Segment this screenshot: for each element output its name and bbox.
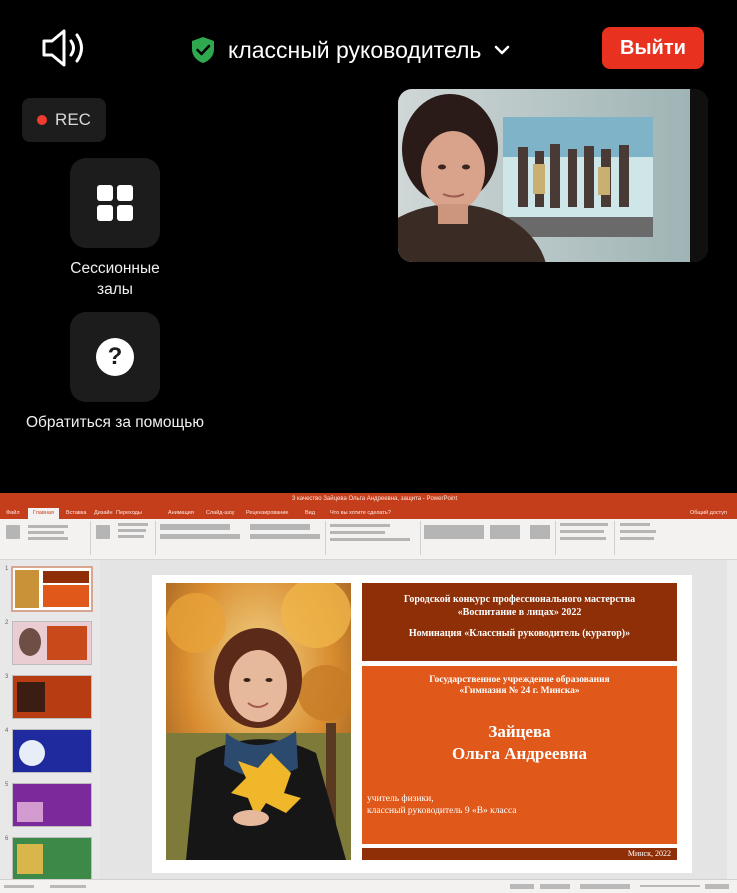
ppt-ribbon <box>0 519 737 560</box>
slide-number: 4 <box>5 728 9 734</box>
help-button[interactable]: ? <box>70 312 160 402</box>
slide-thumbnail[interactable] <box>13 622 91 664</box>
ppt-tab[interactable]: Вид <box>305 510 315 516</box>
info-panel: Государственное учреждение образования «… <box>362 666 677 844</box>
breakout-rooms-label: Сессионные залы <box>70 260 160 298</box>
teacher-photo <box>166 583 351 860</box>
slide-thumbnail[interactable] <box>13 676 91 718</box>
slide-number: 3 <box>5 674 9 680</box>
role-line-2: классный руководитель 9 «В» класса <box>367 806 517 816</box>
ppt-tab[interactable]: Главная <box>28 508 59 519</box>
record-dot-icon <box>37 115 48 125</box>
participant-video[interactable] <box>398 89 708 262</box>
current-slide: Городской конкурс профессионального маст… <box>152 575 692 873</box>
grid-icon <box>97 185 133 221</box>
ppt-search[interactable]: Что вы хотите сделать? <box>330 510 391 516</box>
breakout-rooms-button[interactable] <box>70 158 160 248</box>
institution-line-2: «Гимназия № 24 г. Минска» <box>459 686 580 696</box>
ppt-status-bar <box>0 879 737 893</box>
rec-label: REC <box>55 110 91 129</box>
ppt-tab[interactable]: Дизайн <box>94 510 113 516</box>
ppt-tab[interactable]: Переходы <box>116 510 142 516</box>
slide-number: 6 <box>5 836 9 842</box>
recording-indicator[interactable]: REC <box>22 98 106 142</box>
slide-thumbnail[interactable] <box>13 838 91 880</box>
slide-photo <box>166 583 351 860</box>
slide-thumbnail[interactable] <box>13 784 91 826</box>
meeting-title-dropdown[interactable]: классный руководитель <box>190 30 511 70</box>
slide-number: 2 <box>5 620 9 626</box>
ppt-tab[interactable]: Слайд-шоу <box>206 510 235 516</box>
question-icon: ? <box>96 338 134 376</box>
teacher-surname: Зайцева <box>488 722 551 741</box>
meeting-title: классный руководитель <box>228 36 482 63</box>
slide-thumbnail[interactable] <box>13 730 91 772</box>
contest-banner: Городской конкурс профессионального маст… <box>362 583 677 661</box>
slide-number: 5 <box>5 782 9 788</box>
ppt-tab[interactable]: Рецензирование <box>246 510 288 516</box>
ppt-tab[interactable]: Анимация <box>168 510 194 516</box>
video-frame <box>398 89 708 262</box>
ppt-tab[interactable]: Вставка <box>66 510 86 516</box>
slide-thumbnails-pane: 1 2 3 4 5 6 <box>0 560 100 880</box>
vertical-scrollbar[interactable] <box>727 560 737 880</box>
ppt-tab[interactable]: Файл <box>6 510 20 516</box>
slide-number: 1 <box>5 566 9 572</box>
contest-line-1: Городской конкурс профессионального маст… <box>403 594 636 605</box>
teacher-name: Ольга Андреевна <box>452 744 587 763</box>
question-glyph: ? <box>107 343 123 370</box>
contest-line-2: «Воспитание в лицах» 2022 <box>457 607 582 618</box>
ppt-title-bar: 3 качество Зайцева Ольга Андреевна, защи… <box>0 493 737 507</box>
shield-check-icon <box>192 37 214 63</box>
slide-footer: Минск, 2022 <box>627 849 671 858</box>
exit-button[interactable]: Выйти <box>602 27 704 69</box>
role-line-1: учитель физики, <box>367 794 434 804</box>
ppt-ribbon-tabs: Файл Главная Вставка Дизайн Переходы Ани… <box>0 507 737 519</box>
chevron-down-icon <box>495 45 510 55</box>
ppt-share[interactable]: Общий доступ <box>690 510 727 516</box>
help-label: Обратиться за помощью <box>26 414 204 431</box>
speaker-button[interactable] <box>40 26 90 70</box>
nomination: Номинация «Классный руководитель (курато… <box>408 628 631 639</box>
footer-band: Минск, 2022 <box>362 848 677 860</box>
ppt-window-title: 3 качество Зайцева Ольга Андреевна, защи… <box>292 496 458 502</box>
institution-line-1: Государственное учреждение образования <box>429 675 610 685</box>
status-bar-controls <box>4 884 729 889</box>
slide-thumbnail[interactable] <box>13 568 91 610</box>
speaker-icon <box>42 29 83 67</box>
ribbon-controls <box>6 521 656 555</box>
